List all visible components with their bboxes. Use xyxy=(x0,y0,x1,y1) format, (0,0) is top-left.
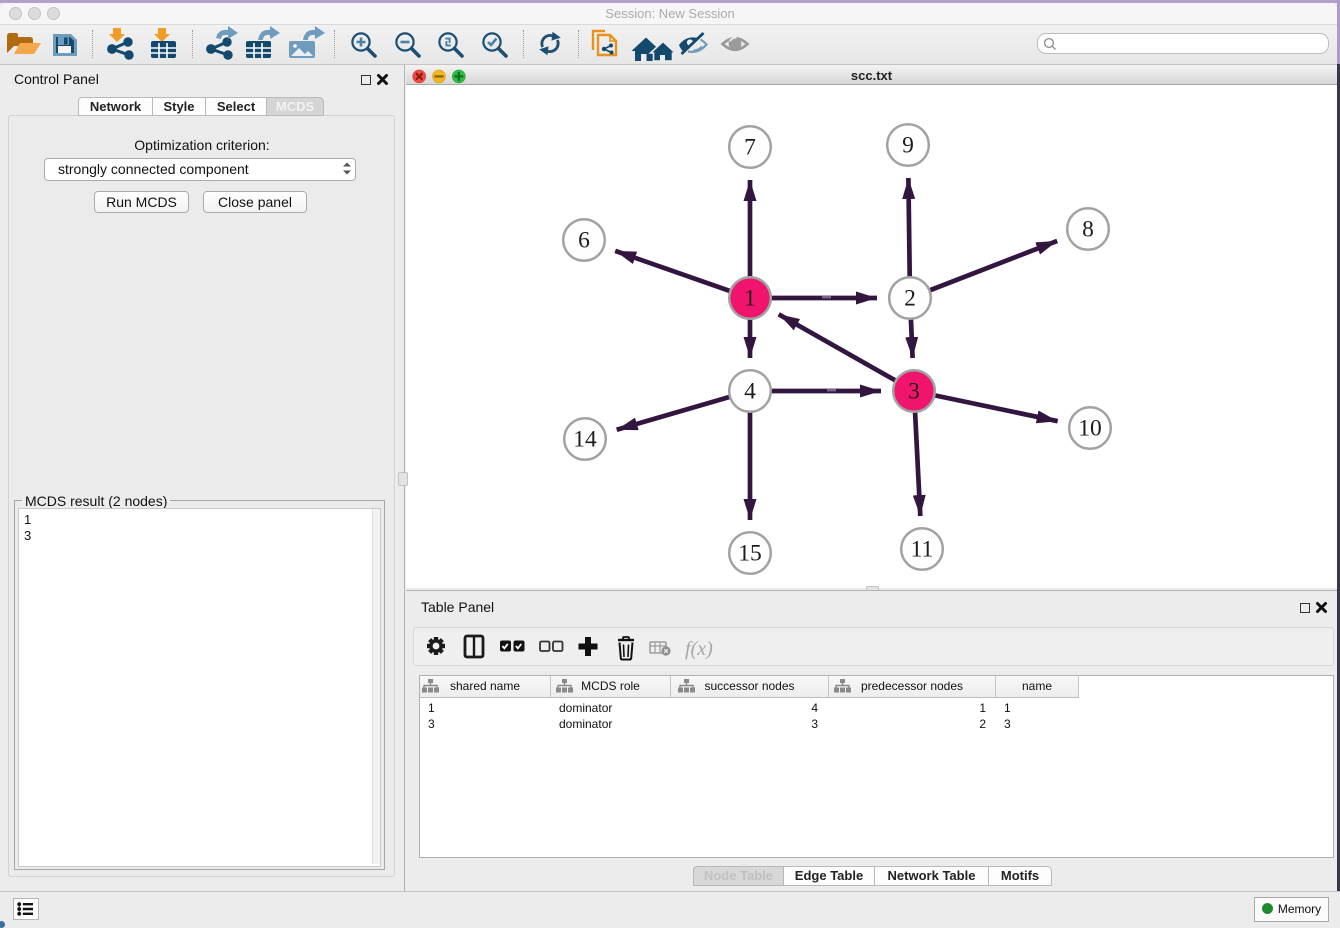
svg-text:f(x): f(x) xyxy=(685,638,713,660)
svg-text:11: 11 xyxy=(911,537,934,563)
svg-text:14: 14 xyxy=(573,427,597,453)
svg-text:3: 3 xyxy=(908,379,920,405)
svg-text:15: 15 xyxy=(738,541,762,567)
svg-text:9: 9 xyxy=(902,133,914,159)
svg-text:6: 6 xyxy=(578,228,590,254)
svg-text:7: 7 xyxy=(744,135,756,161)
svg-text:4: 4 xyxy=(744,379,756,405)
svg-text:10: 10 xyxy=(1078,416,1102,442)
svg-text:2: 2 xyxy=(904,286,916,312)
svg-text:1: 1 xyxy=(744,286,756,312)
svg-text:8: 8 xyxy=(1082,217,1094,243)
